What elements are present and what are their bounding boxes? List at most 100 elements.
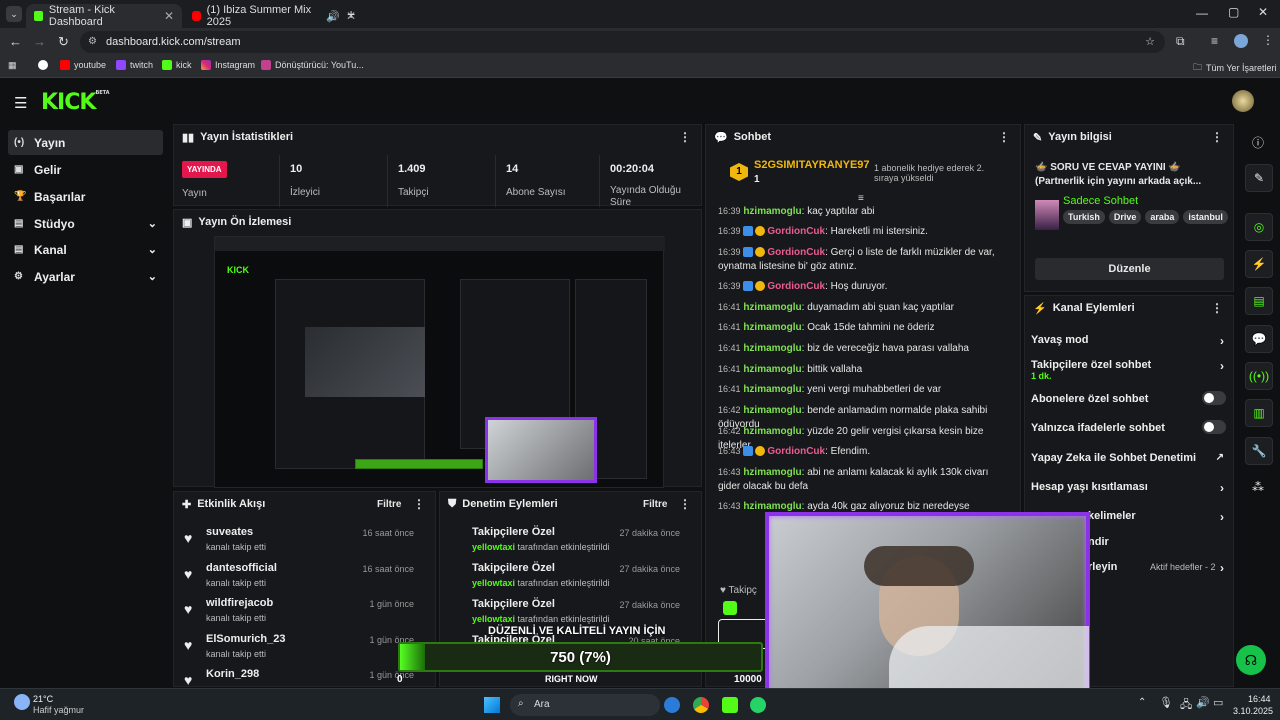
volume-icon[interactable]: 🔊	[1196, 696, 1210, 709]
bookmark-twitch[interactable]: twitch	[116, 60, 153, 70]
copilot-icon[interactable]	[664, 697, 680, 713]
activity-user[interactable]: dantesofficial	[206, 562, 277, 574]
toggle-switch[interactable]	[1202, 391, 1226, 405]
sidebar-item-studio[interactable]: ▤ Stüdyo ⌄	[8, 211, 163, 236]
more-options-icon[interactable]: ⋮	[679, 497, 691, 511]
rail-layout-icon[interactable]: ▥	[1245, 399, 1273, 427]
sidebar-item-money[interactable]: ▣ Gelir	[8, 157, 163, 182]
new-tab-button[interactable]: +	[347, 6, 355, 22]
maximize-button[interactable]: ▢	[1228, 5, 1239, 19]
url-input[interactable]: ⚙ dashboard.kick.com/stream ☆	[80, 31, 1165, 53]
media-icon[interactable]: ≡	[1211, 34, 1218, 48]
chat-username[interactable]: hzimamoglu	[743, 343, 801, 354]
tag-chip[interactable]: Drive	[1108, 210, 1142, 224]
chat-username[interactable]: GordionCuk	[767, 446, 825, 457]
chat-username[interactable]: hzimamoglu	[743, 405, 801, 416]
channel-action-item[interactable]: Abonelere özel sohbet	[1031, 391, 1226, 405]
channel-action-item[interactable]: ndir	[1088, 536, 1226, 548]
sidebar-item-gear[interactable]: ⚙ Ayarlar ⌄	[8, 264, 163, 289]
tag-chip[interactable]: istanbul	[1183, 210, 1228, 224]
chat-username[interactable]: GordionCuk	[767, 226, 825, 237]
chat-username[interactable]: hzimamoglu	[743, 364, 801, 375]
bookmark-kick[interactable]: kick	[162, 60, 192, 70]
filter-button[interactable]: Filtre	[643, 499, 667, 510]
window-close-button[interactable]: ✕	[1258, 5, 1268, 19]
menu-icon[interactable]: ⋮	[1262, 33, 1274, 47]
activity-user[interactable]: wildfirejacob	[206, 597, 273, 609]
more-options-icon[interactable]: ⋮	[679, 130, 691, 144]
profile-avatar[interactable]	[1234, 34, 1248, 48]
moderator-name[interactable]: yellowtaxi	[472, 614, 515, 624]
tray-chevron-icon[interactable]: ⌃	[1138, 697, 1146, 708]
support-button[interactable]: ☊	[1236, 645, 1266, 675]
taskbar-search[interactable]: ⌕ Ara	[510, 694, 660, 716]
rail-chat-icon[interactable]: 💬	[1245, 325, 1273, 353]
moderator-name[interactable]: yellowtaxi	[472, 542, 515, 552]
bookmark-converter[interactable]: Dönüştürücü: YouTu...	[261, 60, 364, 70]
rail-edit-icon[interactable]: ✎	[1245, 164, 1273, 192]
chat-username[interactable]: hzimamoglu	[743, 426, 801, 437]
bookmark-youtube[interactable]: youtube	[60, 60, 106, 70]
clock-date[interactable]: 3.10.2025	[1233, 706, 1273, 716]
moderator-name[interactable]: yellowtaxi	[472, 578, 515, 588]
channel-action-item[interactable]: kelimeler ›	[1088, 510, 1226, 524]
channel-action-item[interactable]: Yapay Zeka ile Sohbet Denetimi ↗	[1031, 452, 1226, 464]
sidebar-item-broadcast[interactable]: (•) Yayın	[8, 130, 163, 155]
toggle-switch[interactable]	[1202, 420, 1226, 434]
chat-username[interactable]: hzimamoglu	[743, 501, 801, 512]
rail-nodes-icon[interactable]: ⁂	[1252, 480, 1264, 494]
chat-username[interactable]: hzimamoglu	[743, 384, 801, 395]
pinned-user[interactable]: S2GSIMITAYRANYE97	[754, 159, 870, 171]
bookmark-star-icon[interactable]: ☆	[1145, 31, 1155, 53]
rail-target-icon[interactable]: ◎	[1245, 213, 1273, 241]
chat-username[interactable]: hzimamoglu	[743, 322, 801, 333]
channel-action-item[interactable]: Hesap yaşı kısıtlaması ›	[1031, 481, 1226, 495]
tab-youtube[interactable]: (1) Ibiza Summer Mix 2025 🔊 ✕	[184, 4, 364, 28]
minimize-button[interactable]: —	[1196, 6, 1208, 20]
chat-scroll-icon[interactable]: ≡	[858, 193, 864, 204]
speaker-icon[interactable]: 🔊	[326, 10, 340, 23]
tag-chip[interactable]: araba	[1145, 210, 1180, 224]
activity-user[interactable]: Korin_298	[206, 668, 259, 680]
site-info-icon[interactable]: ⚙	[88, 31, 97, 53]
chat-username[interactable]: hzimamoglu	[743, 302, 801, 313]
activity-user[interactable]: suveates	[206, 526, 253, 538]
chrome-icon[interactable]	[693, 697, 709, 713]
chat-username[interactable]: hzimamoglu	[743, 206, 801, 217]
hamburger-menu-icon[interactable]: ☰	[14, 94, 27, 112]
channel-action-item[interactable]: rleyin Aktif hedefler - 2 ›	[1088, 561, 1226, 575]
tag-chip[interactable]: Turkish	[1063, 210, 1105, 224]
forward-icon[interactable]: →	[33, 34, 46, 49]
channel-action-item[interactable]: Yalnızca ifadelerle sohbet	[1031, 420, 1226, 434]
reload-icon[interactable]: ↻	[58, 34, 69, 50]
stream-preview-video[interactable]: KICK	[214, 236, 665, 488]
more-options-icon[interactable]: ⋮	[1211, 301, 1223, 315]
start-button[interactable]	[484, 697, 500, 713]
back-icon[interactable]: ←	[9, 34, 22, 49]
info-icon[interactable]: ⓘ	[1252, 134, 1264, 151]
clock-time[interactable]: 16:44	[1248, 694, 1271, 704]
mic-icon[interactable]: 🎙	[1159, 696, 1173, 709]
kick-logo[interactable]: KICKBETA	[41, 90, 110, 115]
network-icon[interactable]: 🖧	[1180, 696, 1192, 715]
user-avatar[interactable]	[1232, 90, 1254, 112]
all-bookmarks[interactable]: 🗀 Tüm Yer İşaretleri	[1193, 60, 1277, 76]
chat-username[interactable]: GordionCuk	[767, 247, 825, 258]
weather-icon[interactable]	[14, 694, 30, 710]
rail-wrench-icon[interactable]: 🔧	[1245, 437, 1273, 465]
chat-username[interactable]: GordionCuk	[767, 281, 825, 292]
sidebar-item-channel[interactable]: ▤ Kanal ⌄	[8, 237, 163, 262]
more-options-icon[interactable]: ⋮	[413, 497, 425, 511]
emote-icon[interactable]	[723, 601, 737, 615]
rail-broadcast-icon[interactable]: ((•))	[1245, 362, 1273, 390]
sidebar-item-trophy[interactable]: 🏆 Başarılar	[8, 184, 163, 209]
more-options-icon[interactable]: ⋮	[1211, 130, 1223, 144]
tab-list-button[interactable]: ⌄	[6, 6, 22, 22]
kick-app-icon[interactable]	[722, 697, 738, 713]
rail-lightning-icon[interactable]: ⚡	[1245, 250, 1273, 278]
battery-icon[interactable]: ▭	[1213, 696, 1223, 709]
rail-document-icon[interactable]: ▤	[1245, 287, 1273, 315]
tab-kick-dashboard[interactable]: Stream - Kick Dashboard ✕	[26, 4, 182, 28]
category-name[interactable]: Sadece Sohbet	[1063, 195, 1138, 207]
extensions-icon[interactable]: ⧉	[1176, 34, 1185, 49]
